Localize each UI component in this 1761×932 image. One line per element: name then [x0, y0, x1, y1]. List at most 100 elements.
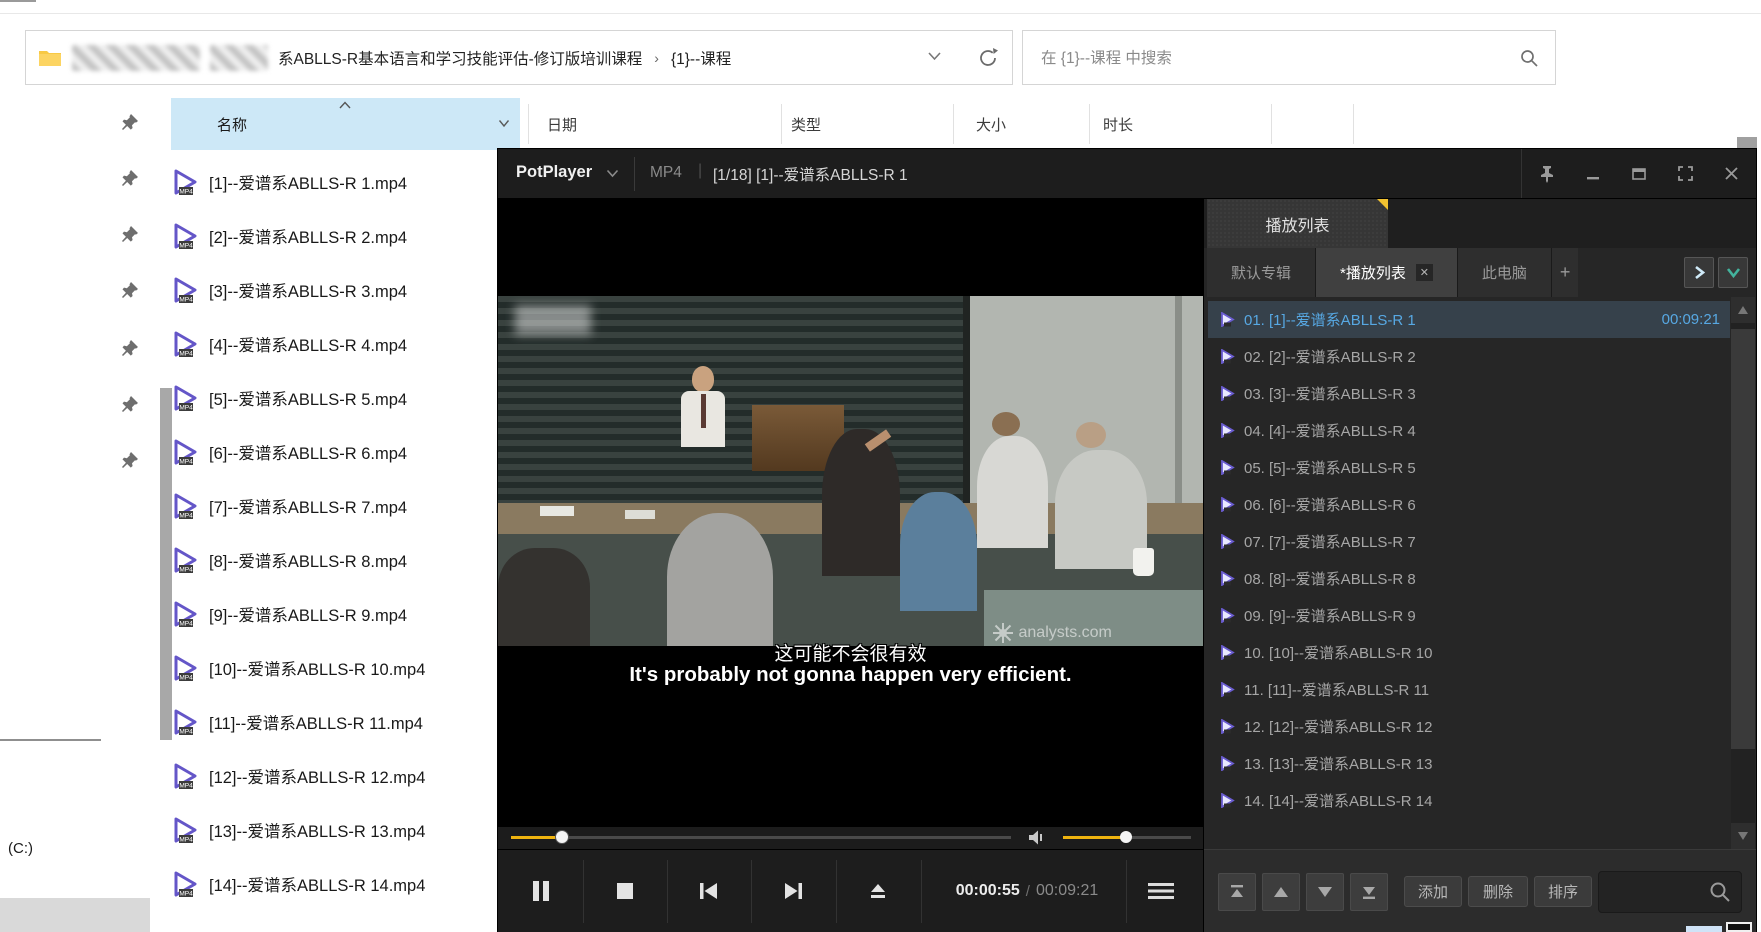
column-header-type[interactable]: 类型 — [783, 98, 951, 150]
previous-button[interactable] — [692, 874, 726, 908]
control-separator — [921, 860, 922, 923]
video-file-icon: MP4 — [171, 384, 199, 412]
close-button[interactable] — [1714, 157, 1748, 191]
svg-text:MP4: MP4 — [179, 729, 193, 736]
eject-button[interactable] — [861, 874, 895, 908]
screenshot-root: 系ABLLS-R基本语言和学习技能评估-修订版培训课程 › {1}--课程 名称 — [0, 0, 1761, 932]
app-name[interactable]: PotPlayer — [516, 163, 592, 182]
audience-gray-hair — [667, 513, 773, 646]
volume-bar[interactable] — [1063, 831, 1191, 843]
column-header-duration[interactable]: 时长 — [1095, 98, 1269, 150]
column-header-size[interactable]: 大小 — [968, 98, 1086, 150]
pin-icon[interactable] — [120, 224, 140, 244]
scroll-down-icon[interactable] — [1731, 823, 1755, 849]
stop-button[interactable] — [608, 874, 642, 908]
column-separator — [1089, 104, 1090, 144]
playlist-item-label: 11. [11]--爱谱系ABLLS-R 11 — [1244, 682, 1430, 699]
column-separator — [528, 104, 529, 144]
playlist-item[interactable]: 11. [11]--爱谱系ABLLS-R 11 — [1208, 671, 1730, 708]
tab-close-icon[interactable]: ✕ — [1415, 264, 1433, 281]
menu-hamburger-icon[interactable] — [1144, 874, 1178, 908]
scrollbar-thumb[interactable] — [1731, 329, 1755, 749]
tab-list-chevron-icon[interactable] — [1718, 257, 1748, 288]
search-box[interactable] — [1022, 30, 1556, 86]
playlist-item[interactable]: 06. [6]--爱谱系ABLLS-R 6 — [1208, 486, 1730, 523]
add-button[interactable]: 添加 — [1404, 876, 1462, 907]
svg-text:MP4: MP4 — [179, 243, 193, 250]
playlist-panel-tab[interactable]: 播放列表 — [1207, 199, 1388, 248]
player-titlebar[interactable]: PotPlayer MP4 | [1/18] [1]--爱谱系ABLLS-R 1 — [498, 149, 1756, 199]
address-dropdown-chevron-icon[interactable] — [927, 51, 942, 61]
playlist-item-play-icon — [1220, 793, 1235, 808]
seek-row — [498, 827, 1203, 849]
breadcrumb-current-folder[interactable]: {1}--课程 — [671, 47, 731, 69]
always-on-top-pin-icon[interactable] — [1530, 157, 1564, 191]
address-bar[interactable]: 系ABLLS-R基本语言和学习技能评估-修订版培训课程 › {1}--课程 — [25, 30, 1013, 85]
pin-icon[interactable] — [120, 450, 140, 470]
pin-icon[interactable] — [120, 168, 140, 188]
video-file-icon: MP4 — [171, 708, 199, 736]
paper-sheet — [624, 509, 655, 519]
blurred-watermark — [515, 305, 591, 335]
playlist-item[interactable]: 07. [7]--爱谱系ABLLS-R 7 — [1208, 523, 1730, 560]
column-header-date[interactable]: 日期 — [539, 98, 779, 150]
fullscreen-button[interactable] — [1668, 157, 1702, 191]
control-bar: 00:00:55 / 00:09:21 — [498, 849, 1203, 932]
nav-pane-scrollbar[interactable] — [160, 388, 172, 740]
next-button[interactable] — [776, 874, 810, 908]
video-file-icon: MP4 — [171, 492, 199, 520]
playlist-item[interactable]: 10. [10]--爱谱系ABLLS-R 10 — [1208, 634, 1730, 671]
pin-icon[interactable] — [120, 338, 140, 358]
nav-pane: (C:) — [0, 0, 172, 932]
search-icon[interactable] — [1519, 48, 1539, 68]
column-filter-chevron-icon[interactable] — [498, 119, 510, 128]
pin-icon[interactable] — [120, 394, 140, 414]
nav-item-highlight[interactable] — [0, 898, 150, 932]
pause-button[interactable] — [524, 874, 558, 908]
refresh-icon[interactable] — [976, 46, 1000, 70]
move-up-button[interactable] — [1262, 872, 1300, 911]
pin-icon[interactable] — [120, 280, 140, 300]
pin-icon[interactable] — [120, 112, 140, 132]
sort-button[interactable]: 排序 — [1534, 876, 1592, 907]
volume-handle[interactable] — [1120, 831, 1132, 843]
video-area[interactable]: analysts.com 这可能不会很有效 It's probably not … — [498, 199, 1203, 827]
seek-handle[interactable] — [555, 830, 569, 844]
move-to-top-button[interactable] — [1218, 872, 1256, 911]
maximize-button[interactable] — [1622, 157, 1656, 191]
album-tab[interactable]: 此电脑 ✕ — [1457, 248, 1552, 297]
now-playing-title: [1/18] [1]--爱谱系ABLLS-R 1 — [713, 167, 908, 184]
tab-scroll-right-icon[interactable] — [1684, 257, 1714, 288]
playlist-item[interactable]: 04. [4]--爱谱系ABLLS-R 4 — [1208, 412, 1730, 449]
album-tab[interactable]: *播放列表 ✕ — [1316, 248, 1458, 297]
playlist-item[interactable]: 12. [12]--爱谱系ABLLS-R 12 — [1208, 708, 1730, 745]
playlist-item[interactable]: 02. [2]--爱谱系ABLLS-R 2 — [1208, 338, 1730, 375]
playlist-search-field[interactable] — [1598, 870, 1742, 913]
playlist-item[interactable]: 08. [8]--爱谱系ABLLS-R 8 — [1208, 560, 1730, 597]
move-down-button[interactable] — [1306, 872, 1344, 911]
file-name: [3]--爱谱系ABLLS-R 3.mp4 — [209, 283, 408, 301]
playlist-item[interactable]: 13. [13]--爱谱系ABLLS-R 13 — [1208, 745, 1730, 782]
breadcrumb-folder[interactable]: 系ABLLS-R基本语言和学习技能评估-修订版培训课程 — [278, 47, 642, 69]
album-tab[interactable]: 默认专辑 ✕ — [1207, 248, 1317, 297]
time-display: 00:00:55 / 00:09:21 — [931, 850, 1123, 932]
volume-icon[interactable] — [1028, 829, 1048, 846]
minimize-button[interactable] — [1576, 157, 1610, 191]
playlist-item[interactable]: 09. [9]--爱谱系ABLLS-R 9 — [1208, 597, 1730, 634]
svg-text:MP4: MP4 — [179, 297, 193, 304]
playlist-item[interactable]: 01. [1]--爱谱系ABLLS-R 1 00:09:21 — [1208, 301, 1730, 338]
drive-label[interactable]: (C:) — [8, 840, 33, 857]
new-album-tab-button[interactable]: + — [1551, 248, 1579, 297]
seek-bar[interactable] — [511, 830, 1011, 844]
playlist-item[interactable]: 03. [3]--爱谱系ABLLS-R 3 — [1208, 375, 1730, 412]
scroll-up-icon[interactable] — [1731, 297, 1755, 323]
playlist-item[interactable]: 14. [14]--爱谱系ABLLS-R 14 — [1208, 782, 1730, 819]
playlist-scrollbar[interactable] — [1731, 297, 1755, 849]
control-separator — [1126, 860, 1127, 923]
coffee-cup — [1132, 548, 1154, 576]
app-menu-chevron-icon[interactable] — [606, 169, 619, 178]
delete-button[interactable]: 删除 — [1468, 876, 1528, 907]
move-to-bottom-button[interactable] — [1350, 872, 1388, 911]
search-input[interactable] — [1039, 31, 1511, 86]
playlist-item[interactable]: 05. [5]--爱谱系ABLLS-R 5 — [1208, 449, 1730, 486]
